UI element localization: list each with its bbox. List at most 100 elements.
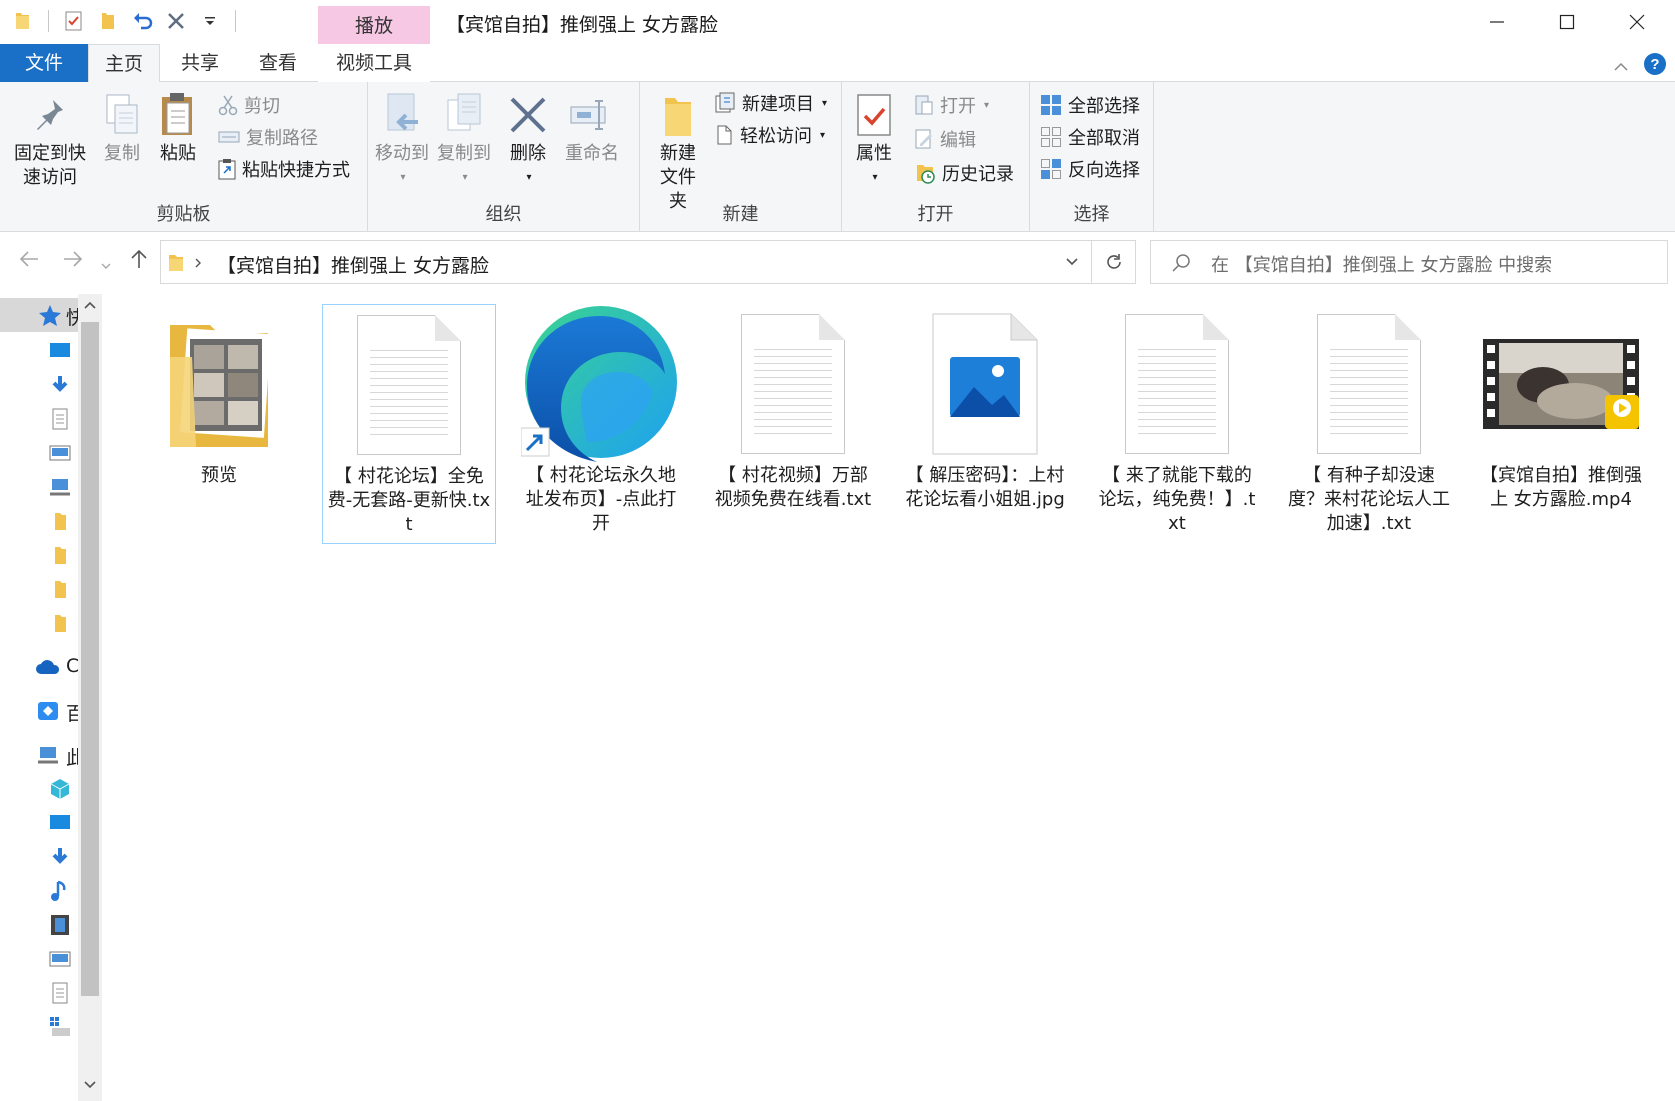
- open-button[interactable]: 打开 ▾: [914, 90, 989, 120]
- new-item-button[interactable]: 新建项目 ▾: [714, 88, 827, 118]
- tab-file[interactable]: 文件: [0, 44, 88, 82]
- pin-icon: [37, 100, 63, 130]
- new-folder-qat-icon[interactable]: [95, 8, 121, 34]
- nav-item-folder[interactable]: [0, 572, 78, 606]
- nav-item-baidu-netdisk[interactable]: 百: [0, 694, 85, 728]
- file-item[interactable]: 【 村花视频】万部视频免费在线看.txt: [706, 304, 880, 544]
- copy-path-button[interactable]: 复制路径: [218, 122, 318, 152]
- paste-button[interactable]: 粘贴: [152, 90, 204, 166]
- folder-icon: [55, 615, 66, 632]
- star-icon: [39, 305, 61, 326]
- file-item[interactable]: 【 解压密码】：上村花论坛看小姐姐.jpg: [898, 304, 1072, 544]
- address-row: 【宾馆自拍】推倒强上 女方露脸 在 【宾馆自拍】推倒强上 女方露脸 中搜索: [0, 238, 1675, 286]
- collapse-ribbon-icon[interactable]: [1613, 56, 1629, 77]
- picture-icon: [49, 445, 71, 461]
- pin-to-quick-access-button[interactable]: 固定到快速访问: [6, 90, 94, 190]
- address-history-chevron-icon[interactable]: [1065, 257, 1079, 267]
- nav-item-downloads[interactable]: [0, 368, 78, 402]
- new-folder-button[interactable]: 新建文件夹: [648, 90, 708, 214]
- recent-locations-button[interactable]: [100, 252, 112, 277]
- select-all-button[interactable]: 全部选择: [1040, 90, 1140, 120]
- customize-qat-dropdown-icon[interactable]: [197, 8, 223, 34]
- file-item[interactable]: 预览: [132, 304, 306, 544]
- file-name: 【 村花视频】万部视频免费在线看.txt: [714, 465, 872, 510]
- nav-item-3d-objects[interactable]: [0, 772, 78, 806]
- nav-item-folder[interactable]: [0, 606, 78, 640]
- move-to-button[interactable]: 移动到 ▾: [374, 90, 430, 190]
- copy-button[interactable]: 复制: [96, 90, 148, 166]
- file-name: 【宾馆自拍】推倒强上 女方露脸.mp4: [1480, 465, 1642, 510]
- rename-button[interactable]: 重命名: [562, 90, 622, 166]
- help-icon[interactable]: ?: [1643, 52, 1667, 81]
- nav-item-desktop[interactable]: [0, 806, 78, 840]
- paste-shortcut-button[interactable]: 粘贴快捷方式: [218, 154, 350, 184]
- easy-access-button[interactable]: 轻松访问 ▾: [714, 120, 825, 150]
- nav-item-music[interactable]: [0, 874, 78, 908]
- nav-item-computer[interactable]: [0, 470, 78, 504]
- nav-item-downloads[interactable]: [0, 840, 78, 874]
- invert-selection-label: 反向选择: [1068, 160, 1140, 181]
- close-button[interactable]: [1602, 0, 1672, 44]
- file-item[interactable]: 【 有种子却没速度？来村花论坛人工加速】.txt: [1282, 304, 1456, 544]
- file-name: 【 有种子却没速度？来村花论坛人工加速】.txt: [1288, 465, 1450, 534]
- history-button[interactable]: 历史记录: [914, 158, 1014, 188]
- properties-button[interactable]: 属性 ▾: [850, 90, 898, 190]
- edge-browser-icon: [521, 306, 677, 462]
- file-item[interactable]: 【 村花论坛永久地址发布页】-点此打开: [514, 304, 688, 544]
- edit-button[interactable]: 编辑: [914, 124, 976, 154]
- nav-item-this-pc[interactable]: 此: [0, 738, 85, 772]
- nav-item-documents[interactable]: [0, 976, 78, 1010]
- new-group: 新建文件夹 新建项目 ▾ 轻松访问 ▾ 新建: [640, 82, 842, 232]
- nav-item-pictures[interactable]: [0, 942, 78, 976]
- nav-item-onedrive[interactable]: C: [0, 650, 79, 684]
- minimize-button[interactable]: [1462, 0, 1532, 44]
- undo-icon[interactable]: [129, 8, 155, 34]
- copy-to-label: 复制到: [437, 143, 491, 164]
- organize-group: 移动到 ▾ 复制到 ▾ 删除 ▾ 重命名 组织: [368, 82, 640, 232]
- file-item[interactable]: 【 来了就能下载的论坛，纯免费！】.txt: [1090, 304, 1264, 544]
- file-name: 预览: [201, 465, 237, 486]
- select-none-icon: [1041, 127, 1061, 147]
- tab-video-tools[interactable]: 视频工具: [318, 44, 430, 82]
- up-button[interactable]: [128, 248, 150, 276]
- tab-home[interactable]: 主页: [88, 44, 160, 83]
- scroll-down-icon[interactable]: [78, 1078, 102, 1094]
- title-bar: 播放 【宾馆自拍】推倒强上 女方露脸: [0, 0, 1675, 44]
- properties-qat-icon[interactable]: [61, 8, 87, 34]
- address-bar[interactable]: 【宾馆自拍】推倒强上 女方露脸: [160, 240, 1092, 284]
- breadcrumb[interactable]: 【宾馆自拍】推倒强上 女方露脸: [217, 251, 489, 278]
- navigation-scrollbar[interactable]: [78, 294, 102, 1101]
- nav-item-documents[interactable]: [0, 402, 78, 436]
- nav-item-videos[interactable]: [0, 908, 78, 942]
- nav-item-local-disk[interactable]: [0, 1010, 78, 1044]
- file-item-selected[interactable]: 【 村花论坛】全免费-无套路-更新快.txt: [322, 304, 496, 544]
- maximize-icon: [1559, 14, 1575, 30]
- scrollbar-thumb[interactable]: [81, 322, 99, 996]
- nav-item-desktop[interactable]: [0, 334, 78, 368]
- refresh-button[interactable]: [1092, 240, 1136, 284]
- nav-item-folder[interactable]: [0, 504, 78, 538]
- file-item[interactable]: 【宾馆自拍】推倒强上 女方露脸.mp4: [1474, 304, 1648, 544]
- delete-button[interactable]: 删除 ▾: [504, 90, 552, 190]
- search-input[interactable]: 在 【宾馆自拍】推倒强上 女方露脸 中搜索: [1150, 240, 1668, 284]
- tab-share[interactable]: 共享: [162, 44, 238, 82]
- select-none-button[interactable]: 全部取消: [1040, 122, 1140, 152]
- breadcrumb-chevron-icon[interactable]: [193, 257, 203, 269]
- nav-item-pictures[interactable]: [0, 436, 78, 470]
- back-button[interactable]: [18, 248, 40, 276]
- cloud-icon: [36, 660, 60, 674]
- copy-to-button[interactable]: 复制到 ▾: [434, 90, 494, 190]
- nav-item-quick-access[interactable]: 快: [0, 298, 85, 332]
- easy-access-icon: [717, 125, 732, 145]
- cut-button[interactable]: 剪切: [218, 90, 280, 120]
- maximize-button[interactable]: [1532, 0, 1602, 44]
- invert-selection-button[interactable]: 反向选择: [1040, 154, 1140, 184]
- tab-view[interactable]: 查看: [240, 44, 316, 82]
- delete-qat-icon[interactable]: [163, 8, 189, 34]
- folder-icon: [169, 255, 183, 271]
- forward-button[interactable]: [62, 248, 84, 276]
- scroll-up-icon[interactable]: [78, 298, 102, 314]
- new-item-label: 新建项目: [742, 94, 814, 115]
- nav-item-folder[interactable]: [0, 538, 78, 572]
- forward-arrow-icon: [64, 251, 83, 267]
